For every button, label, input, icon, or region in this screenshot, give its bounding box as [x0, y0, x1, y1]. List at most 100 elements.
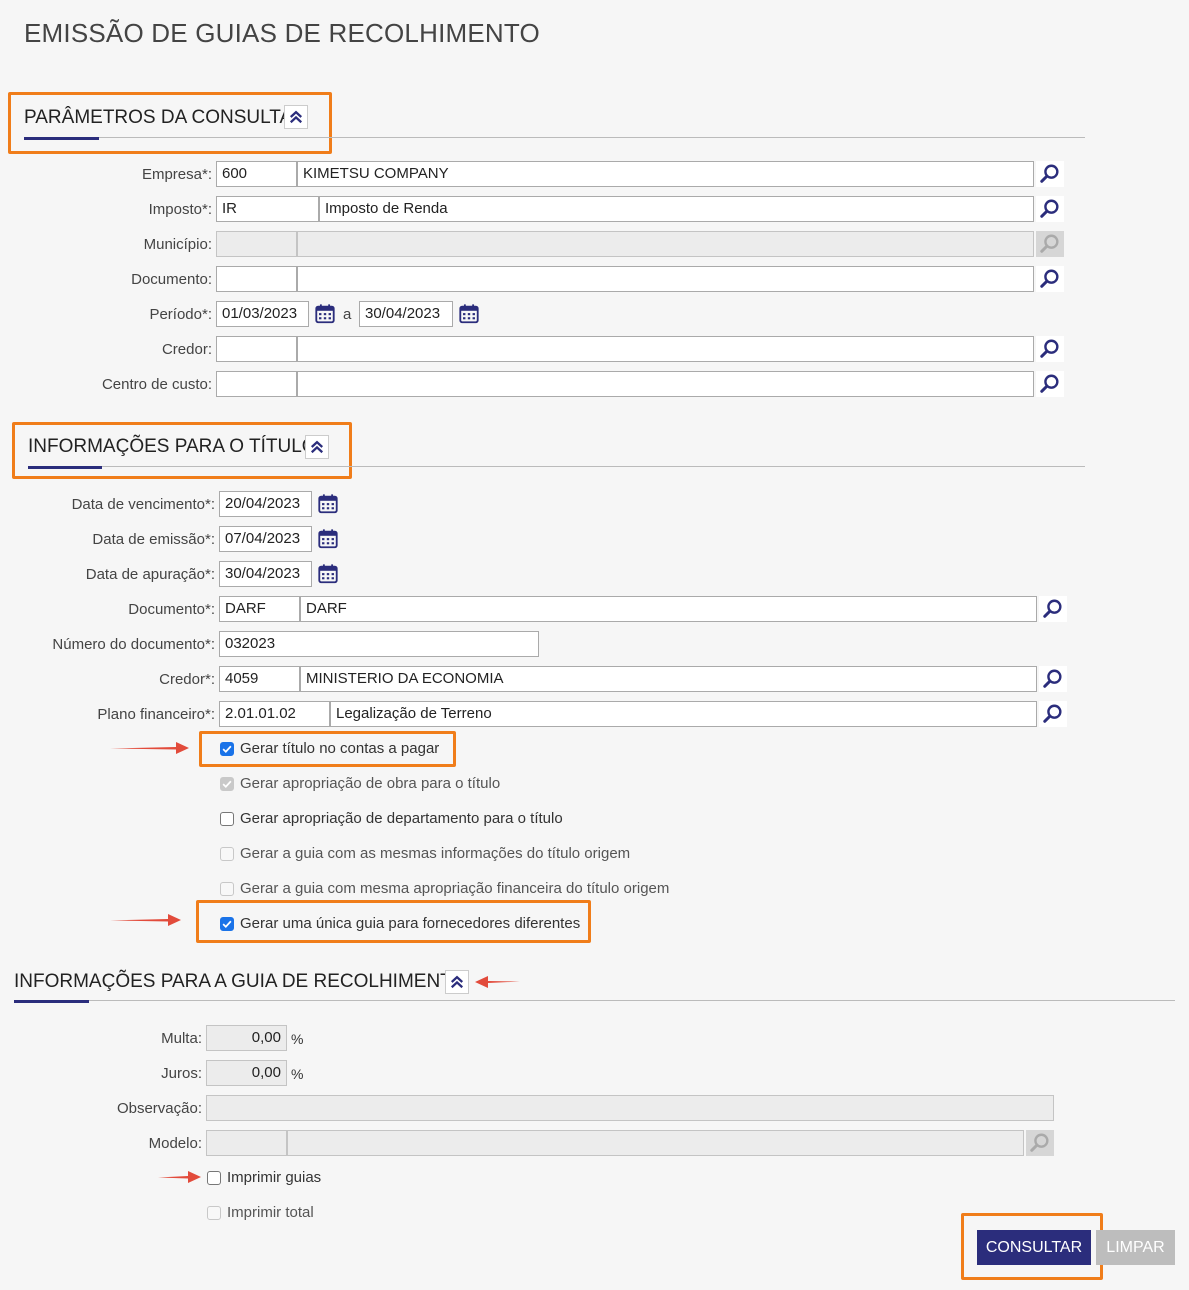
gerar-apropriacao-obra-label: Gerar apropriação de obra para o título [240, 775, 501, 792]
section2-collapse-button[interactable] [305, 435, 329, 459]
check-icon [221, 918, 233, 930]
empresa-name-input[interactable]: KIMETSU COMPANY [297, 161, 1034, 187]
data-apuracao-calendar-button[interactable] [315, 561, 341, 587]
limpar-button[interactable]: LIMPAR [1096, 1230, 1175, 1265]
gerar-guia-mesmas-informacoes-checkbox[interactable] [220, 847, 234, 861]
imprimir-total-checkbox[interactable] [207, 1206, 221, 1220]
section3-title: INFORMAÇÕES PARA A GUIA DE RECOLHIMENTO [14, 971, 467, 992]
municipio-search-button[interactable] [1036, 231, 1064, 257]
documento-search-button[interactable] [1036, 266, 1064, 292]
periodo-from-calendar-button[interactable] [312, 301, 338, 327]
plano-financeiro-search-button[interactable] [1039, 701, 1067, 727]
section3-divider [14, 1000, 1175, 1001]
calendar-icon [317, 563, 339, 585]
titulo-documento-name-input[interactable]: DARF [300, 596, 1037, 622]
plano-financeiro-name-input[interactable]: Legalização de Terreno [330, 701, 1037, 727]
arrow-left-icon [475, 976, 520, 988]
periodo-separator: a [343, 306, 352, 323]
modelo-search-button[interactable] [1026, 1130, 1054, 1156]
search-icon [1039, 163, 1061, 185]
data-emissao-input[interactable]: 07/04/2023 [219, 526, 312, 552]
search-icon [1039, 198, 1061, 220]
observacao-input[interactable] [206, 1095, 1054, 1121]
consultar-button[interactable]: CONSULTAR [977, 1230, 1091, 1265]
data-vencimento-label: Data de vencimento*: [71, 496, 215, 513]
calendar-icon [458, 303, 480, 325]
gerar-guia-mesmas-informacoes-label: Gerar a guia com as mesmas informações d… [240, 845, 631, 862]
empresa-label: Empresa*: [141, 166, 212, 183]
imprimir-total-label: Imprimir total [227, 1204, 314, 1221]
documento-code-input[interactable] [216, 266, 297, 292]
titulo-credor-search-button[interactable] [1039, 666, 1067, 692]
titulo-credor-name-input[interactable]: MINISTERIO DA ECONOMIA [300, 666, 1037, 692]
titulo-documento-search-button[interactable] [1039, 596, 1067, 622]
empresa-code-input[interactable]: 600 [216, 161, 297, 187]
numero-documento-input[interactable]: 032023 [219, 631, 539, 657]
data-vencimento-calendar-button[interactable] [315, 491, 341, 517]
centro-custo-search-button[interactable] [1036, 371, 1064, 397]
gerar-guia-unica-checkbox[interactable] [220, 917, 234, 931]
periodo-to-input[interactable]: 30/04/2023 [359, 301, 453, 327]
periodo-from-input[interactable]: 01/03/2023 [216, 301, 309, 327]
multa-input[interactable]: 0,00 [206, 1025, 287, 1051]
check-icon [221, 778, 233, 790]
arrow-right-icon [110, 742, 189, 754]
periodo-to-calendar-button[interactable] [456, 301, 482, 327]
data-emissao-calendar-button[interactable] [315, 526, 341, 552]
titulo-credor-code-input[interactable]: 4059 [219, 666, 300, 692]
imposto-code-input[interactable]: IR [216, 196, 319, 222]
section2-accent-underline [28, 466, 102, 469]
gerar-apropriacao-departamento-checkbox[interactable] [220, 812, 234, 826]
centro-custo-code-input[interactable] [216, 371, 297, 397]
numero-documento-label: Número do documento*: [52, 636, 215, 653]
juros-input[interactable]: 0,00 [206, 1060, 287, 1086]
check-icon [221, 743, 233, 755]
data-apuracao-input[interactable]: 30/04/2023 [219, 561, 312, 587]
gerar-titulo-checkbox[interactable] [220, 742, 234, 756]
page-title: EMISSÃO DE GUIAS DE RECOLHIMENTO [24, 18, 540, 48]
chevron-double-up-icon [308, 438, 326, 456]
search-icon [1042, 703, 1064, 725]
gerar-apropriacao-departamento-label: Gerar apropriação de departamento para o… [240, 810, 563, 827]
imposto-name-input[interactable]: Imposto de Renda [319, 196, 1034, 222]
credor-search-button[interactable] [1036, 336, 1064, 362]
search-icon [1042, 598, 1064, 620]
gerar-guia-mesma-apropriacao-checkbox[interactable] [220, 882, 234, 896]
credor-code-input[interactable] [216, 336, 297, 362]
search-icon [1042, 668, 1064, 690]
chevron-double-up-icon [287, 108, 305, 126]
centro-custo-name-input[interactable] [297, 371, 1034, 397]
titulo-documento-code-input[interactable]: DARF [219, 596, 300, 622]
section1-title: PARÂMETROS DA CONSULTA [24, 107, 293, 128]
search-icon [1039, 268, 1061, 290]
modelo-code-input[interactable] [206, 1130, 287, 1156]
data-emissao-label: Data de emissão*: [92, 531, 215, 548]
section1-collapse-button[interactable] [284, 105, 308, 129]
modelo-name-input[interactable] [287, 1130, 1024, 1156]
gerar-guia-mesma-apropriacao-label: Gerar a guia com mesma apropriação finan… [240, 880, 670, 897]
empresa-search-button[interactable] [1036, 161, 1064, 187]
section1-accent-underline [24, 137, 99, 140]
modelo-label: Modelo: [148, 1135, 202, 1152]
documento-name-input[interactable] [297, 266, 1034, 292]
section3-collapse-button[interactable] [445, 970, 469, 994]
calendar-icon [317, 493, 339, 515]
documento-label: Documento: [131, 271, 212, 288]
gerar-titulo-label: Gerar título no contas a pagar [240, 740, 440, 757]
data-vencimento-input[interactable]: 20/04/2023 [219, 491, 312, 517]
imposto-search-button[interactable] [1036, 196, 1064, 222]
imposto-label: Imposto*: [148, 201, 212, 218]
arrow-right-icon [110, 914, 181, 926]
section3-accent-underline [14, 1000, 89, 1003]
juros-label: Juros: [161, 1065, 202, 1082]
multa-unit: % [291, 1031, 304, 1047]
gerar-apropriacao-obra-checkbox[interactable] [220, 777, 234, 791]
municipio-code-input[interactable] [216, 231, 297, 257]
municipio-name-input[interactable] [297, 231, 1034, 257]
imprimir-guias-checkbox[interactable] [207, 1171, 221, 1185]
observacao-label: Observação: [116, 1100, 202, 1117]
credor-name-input[interactable] [297, 336, 1034, 362]
calendar-icon [317, 528, 339, 550]
plano-financeiro-code-input[interactable]: 2.01.01.02 [219, 701, 330, 727]
plano-financeiro-label: Plano financeiro*: [97, 706, 215, 723]
